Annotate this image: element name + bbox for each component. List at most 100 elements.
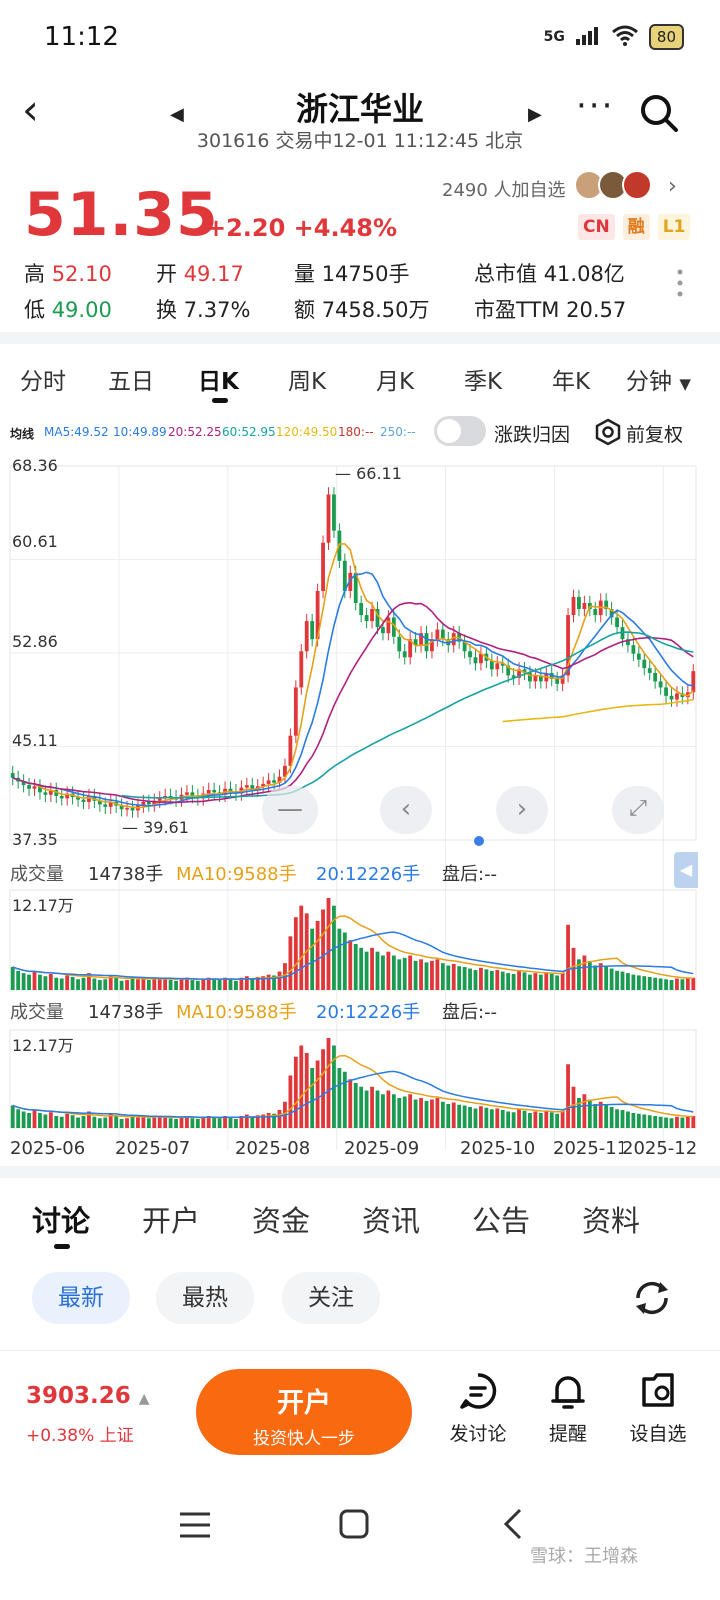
tab-intraday[interactable]: 分时 bbox=[20, 362, 66, 396]
tab-monthly-k[interactable]: 月K bbox=[376, 362, 414, 396]
candle-body bbox=[386, 617, 391, 634]
volume-bar bbox=[424, 1101, 429, 1128]
filter-following[interactable]: 关注 bbox=[282, 1272, 380, 1324]
volume-bar bbox=[615, 1109, 619, 1128]
add-watchlist-button[interactable]: 设自选 bbox=[618, 1371, 698, 1446]
volume-bar bbox=[375, 1090, 380, 1128]
tab-profile[interactable]: 资料 bbox=[582, 1198, 640, 1240]
adjust-mode-label[interactable]: 前复权 bbox=[626, 420, 683, 447]
volume-bar bbox=[321, 909, 325, 990]
tab-yearly-k[interactable]: 年K bbox=[552, 362, 590, 396]
refresh-icon[interactable] bbox=[630, 1276, 674, 1320]
volume-bar bbox=[506, 1111, 511, 1128]
candle-body bbox=[669, 695, 674, 700]
volume-legend: 成交量 14738手 MA10:9588手 20:12226手 盘后:-- bbox=[0, 850, 700, 890]
current-price: 51.35 bbox=[24, 180, 219, 250]
adjust-settings-icon[interactable] bbox=[594, 418, 622, 446]
volume-bar bbox=[348, 940, 353, 990]
tag-margin[interactable]: 融 bbox=[622, 214, 650, 240]
volume-ma20: 20:12226手 bbox=[316, 1002, 421, 1023]
tab-minute[interactable]: 分钟 ▼ bbox=[626, 362, 691, 396]
chart-next-button[interactable]: › bbox=[496, 786, 548, 834]
volume-bar bbox=[495, 1108, 500, 1128]
x-tick-label: 2025-08 bbox=[235, 1138, 311, 1159]
volume-bar bbox=[653, 1116, 658, 1128]
volume-bar bbox=[587, 1099, 592, 1128]
tab-news[interactable]: 资讯 bbox=[362, 1198, 420, 1240]
tab-announcements[interactable]: 公告 bbox=[472, 1198, 530, 1240]
candle-body bbox=[664, 687, 668, 696]
chart-prev-button[interactable]: ‹ bbox=[380, 786, 432, 834]
volume-after-hours: 盘后:-- bbox=[442, 1002, 498, 1023]
next-stock-button[interactable]: ▶ bbox=[528, 104, 542, 125]
volume-legend-2: 成交量 14738手 MA10:9588手 20:12226手 盘后:-- bbox=[0, 988, 700, 1028]
candle-body bbox=[658, 681, 663, 688]
index-price[interactable]: 3903.26 ▲ bbox=[26, 1383, 150, 1409]
tab-five-day[interactable]: 五日 bbox=[108, 362, 154, 396]
volume-bar bbox=[528, 1113, 532, 1128]
volume-bar bbox=[310, 1068, 315, 1128]
volume-bar bbox=[381, 1094, 385, 1128]
ma120-value: 120:49.50 bbox=[276, 425, 338, 439]
chevron-right-icon[interactable]: › bbox=[668, 174, 677, 199]
volume-bar bbox=[342, 1071, 347, 1128]
volume-ma10: MA10:9588手 bbox=[176, 1002, 297, 1023]
collapse-panel-button[interactable]: ◀ bbox=[674, 852, 698, 888]
active-tab-indicator bbox=[54, 1244, 70, 1249]
tab-discussion[interactable]: 讨论 bbox=[32, 1198, 90, 1240]
volume-bar bbox=[473, 970, 478, 990]
tab-daily-k[interactable]: 日K bbox=[198, 362, 239, 396]
volume-bar bbox=[582, 955, 587, 990]
filter-hottest[interactable]: 最热 bbox=[156, 1272, 254, 1324]
search-icon[interactable] bbox=[638, 92, 680, 134]
volume-bar bbox=[228, 1117, 233, 1128]
candle-body bbox=[489, 660, 494, 670]
stock-tags: CN 融 L1 bbox=[578, 214, 691, 240]
volume-bar bbox=[10, 1105, 15, 1128]
open-account-button[interactable]: 开户 投资快人一步 bbox=[196, 1369, 412, 1455]
fullscreen-icon[interactable]: ⤢ bbox=[612, 786, 664, 834]
volume-bar bbox=[364, 951, 369, 990]
follower-avatars[interactable] bbox=[574, 170, 652, 200]
chart-zoom-out-button[interactable]: — bbox=[262, 786, 318, 834]
volume-bar bbox=[386, 1090, 391, 1128]
volume-bar bbox=[680, 1117, 685, 1128]
tag-cn[interactable]: CN bbox=[578, 214, 615, 240]
attribution-toggle[interactable] bbox=[434, 416, 486, 446]
followers-count[interactable]: 2490 人加自选 bbox=[442, 176, 566, 202]
volume-bar bbox=[359, 947, 364, 990]
bottom-action-bar: 3903.26 ▲ +0.38% 上证 开户 投资快人一步 发讨论 提醒 设自选 bbox=[0, 1350, 720, 1480]
back-nav-icon[interactable] bbox=[500, 1506, 524, 1542]
volume-ma20: 20:12226手 bbox=[316, 864, 421, 885]
candle-body bbox=[157, 798, 162, 801]
volume-bar bbox=[97, 1118, 102, 1128]
volume-bar bbox=[402, 957, 407, 990]
post-discussion-button[interactable]: 发讨论 bbox=[438, 1371, 518, 1446]
x-tick-label: 2025-11 bbox=[553, 1138, 623, 1159]
candle-body bbox=[321, 542, 325, 591]
watchlist-settings-icon bbox=[642, 1373, 674, 1407]
volume-bar bbox=[408, 1094, 413, 1128]
tab-weekly-k[interactable]: 周K bbox=[288, 362, 326, 396]
more-vertical-icon[interactable] bbox=[676, 268, 684, 298]
tab-capital[interactable]: 资金 bbox=[252, 1198, 310, 1240]
tab-open-account[interactable]: 开户 bbox=[142, 1198, 200, 1240]
volume-bar bbox=[609, 1107, 614, 1128]
more-button[interactable]: ··· bbox=[576, 86, 614, 126]
candle-body bbox=[212, 789, 217, 793]
volume-bar bbox=[587, 960, 592, 990]
low-value: 低 49.00 bbox=[24, 298, 112, 322]
volume-bar bbox=[555, 1113, 560, 1128]
home-icon[interactable] bbox=[338, 1508, 370, 1540]
tab-quarterly-k[interactable]: 季K bbox=[464, 362, 502, 396]
filter-latest[interactable]: 最新 bbox=[32, 1272, 130, 1324]
candle-body bbox=[582, 603, 587, 610]
market-cap-value: 总市值 41.08亿 bbox=[474, 262, 625, 286]
tag-l1[interactable]: L1 bbox=[657, 214, 691, 240]
volume-bar bbox=[446, 1104, 451, 1128]
menu-icon[interactable] bbox=[178, 1510, 212, 1540]
prev-stock-button[interactable]: ◀ bbox=[170, 104, 184, 125]
candle-body bbox=[691, 671, 696, 693]
volume-bar bbox=[691, 1116, 696, 1128]
alert-button[interactable]: 提醒 bbox=[528, 1371, 608, 1446]
